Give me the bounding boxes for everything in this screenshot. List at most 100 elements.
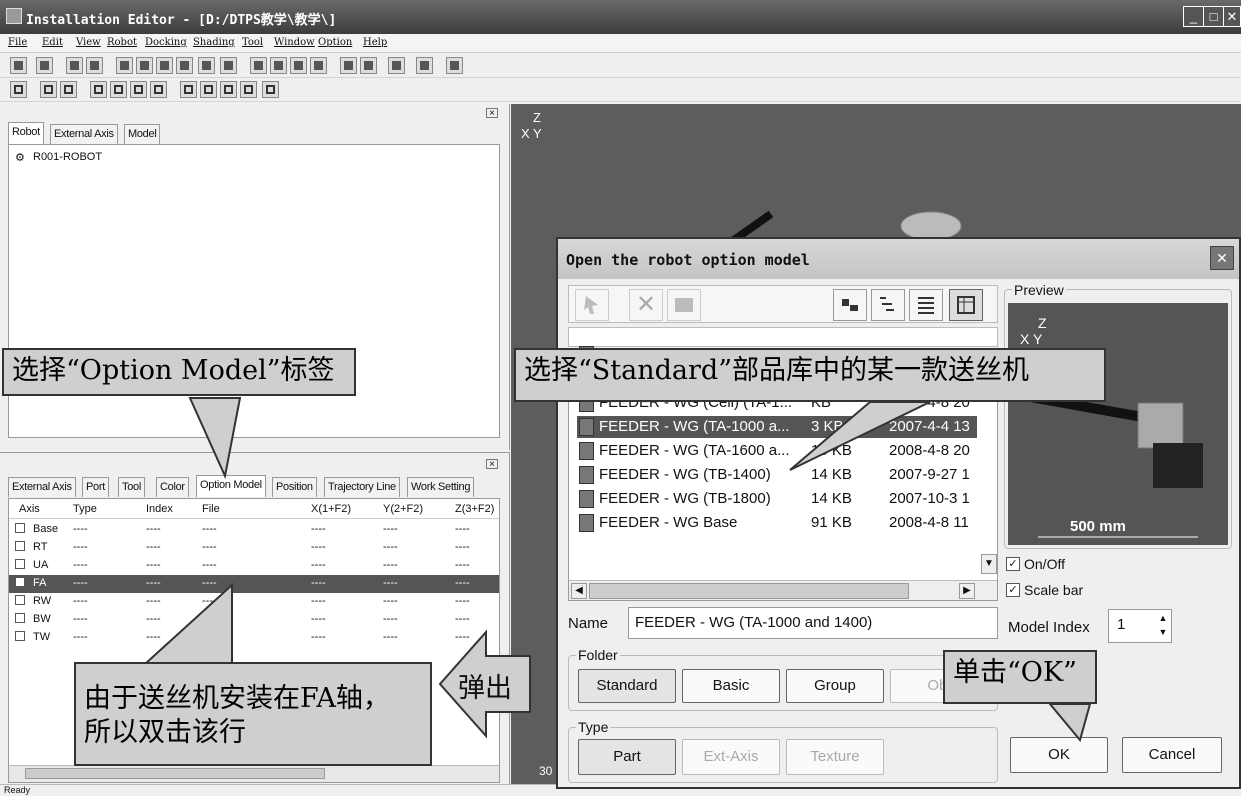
table-row[interactable]: RW ---- ---- ---- ---- ---- ---- bbox=[9, 593, 499, 611]
name-field[interactable]: FEEDER - WG (TA-1000 and 1400) bbox=[628, 607, 998, 639]
layers-icon[interactable] bbox=[388, 57, 405, 74]
type-texture-button[interactable]: Texture bbox=[786, 739, 884, 775]
file-row[interactable]: FEEDER - WG (TA-1000 a... 3 KB 2007-4-4 13 bbox=[577, 416, 977, 438]
file-row[interactable]: FEEDER - WG Base 91 KB 2008-4-8 11 bbox=[577, 512, 977, 534]
layout-4b-icon[interactable] bbox=[200, 81, 217, 98]
robot-copy-icon[interactable] bbox=[176, 57, 193, 74]
type-part-button[interactable]: Part bbox=[578, 739, 676, 775]
list-view-icon[interactable] bbox=[909, 289, 943, 321]
details-view-icon[interactable] bbox=[949, 289, 983, 321]
tab-external-axis[interactable]: External Axis bbox=[50, 124, 118, 144]
tab-model[interactable]: Model bbox=[124, 124, 161, 144]
model-index-spinner-icon[interactable]: ▲ ▼ bbox=[1156, 611, 1170, 641]
cube-solid-icon[interactable] bbox=[290, 57, 307, 74]
texture-icon[interactable] bbox=[360, 57, 377, 74]
render-icon[interactable] bbox=[340, 57, 357, 74]
row-checkbox[interactable] bbox=[15, 595, 25, 605]
row-checkbox[interactable] bbox=[15, 577, 25, 587]
layout-4e-icon[interactable] bbox=[262, 81, 279, 98]
cube-shaded-icon[interactable] bbox=[270, 57, 287, 74]
scroll-right-icon[interactable]: ▶ bbox=[959, 583, 975, 599]
grid-hscrollbar[interactable] bbox=[9, 765, 499, 782]
col-y[interactable]: Y(2+F2) bbox=[383, 503, 423, 515]
scalebar-checkbox[interactable]: ✓ bbox=[1006, 583, 1020, 597]
tab-option-model[interactable]: Option Model bbox=[196, 475, 266, 497]
folder-standard-button[interactable]: Standard bbox=[578, 669, 676, 703]
cancel-button[interactable]: Cancel bbox=[1122, 737, 1222, 773]
layout-4c-icon[interactable] bbox=[220, 81, 237, 98]
scroll-thumb[interactable] bbox=[25, 768, 325, 779]
col-axis[interactable]: Axis bbox=[19, 503, 40, 515]
panel-close-icon[interactable]: × bbox=[486, 108, 498, 119]
hierarchy-icon[interactable] bbox=[86, 57, 103, 74]
layout-vsplit-icon[interactable] bbox=[40, 81, 57, 98]
small-icons-icon[interactable] bbox=[871, 289, 905, 321]
cube-wire-icon[interactable] bbox=[250, 57, 267, 74]
table-row[interactable]: UA ---- ---- ---- ---- ---- ---- bbox=[9, 557, 499, 575]
row-checkbox[interactable] bbox=[15, 559, 25, 569]
close-window-button[interactable]: ✕ bbox=[1223, 6, 1241, 27]
folder-basic-button[interactable]: Basic bbox=[682, 669, 780, 703]
row-checkbox[interactable] bbox=[15, 523, 25, 533]
col-index[interactable]: Index bbox=[146, 503, 173, 515]
col-file[interactable]: File bbox=[202, 503, 220, 515]
robot-add-icon[interactable] bbox=[136, 57, 153, 74]
file-row[interactable]: FEEDER - WG (TB-1800) 14 KB 2007-10-3 1 bbox=[577, 488, 977, 510]
folder-group-button[interactable]: Group bbox=[786, 669, 884, 703]
tab-color[interactable]: Color bbox=[156, 477, 189, 497]
tab-position[interactable]: Position bbox=[272, 477, 317, 497]
file-row[interactable]: FEEDER - WG (TB-1400) 14 KB 2007-9-27 1 bbox=[577, 464, 977, 486]
scroll-left-icon[interactable]: ◀ bbox=[571, 583, 587, 599]
tab-ext-axis[interactable]: External Axis bbox=[8, 477, 76, 497]
onoff-checkbox[interactable]: ✓ bbox=[1006, 557, 1020, 571]
menu-robot[interactable]: Robot bbox=[107, 37, 137, 48]
table-row[interactable]: Base ---- ---- ---- ---- ---- ---- bbox=[9, 521, 499, 539]
grid-view-icon[interactable] bbox=[416, 57, 433, 74]
preview-viewport[interactable]: Z X Y 500 mm bbox=[1008, 303, 1228, 545]
robot-move-icon[interactable] bbox=[198, 57, 215, 74]
table-row[interactable]: BW ---- ---- ---- ---- ---- ---- bbox=[9, 611, 499, 629]
menu-shading[interactable]: Shading bbox=[193, 37, 235, 48]
tab-work-setting[interactable]: Work Setting bbox=[407, 477, 475, 497]
row-checkbox[interactable] bbox=[15, 613, 25, 623]
menu-file[interactable]: File bbox=[8, 37, 27, 48]
tree-icon[interactable] bbox=[66, 57, 83, 74]
menu-docking[interactable]: Docking bbox=[145, 37, 187, 48]
type-ext-axis-button[interactable]: Ext-Axis bbox=[682, 739, 780, 775]
file-scroll-thumb[interactable] bbox=[589, 583, 909, 599]
tab-port[interactable]: Port bbox=[82, 477, 109, 497]
menu-option[interactable]: Option bbox=[318, 37, 352, 48]
dialog-close-button[interactable]: ✕ bbox=[1210, 246, 1234, 270]
cursor-icon[interactable] bbox=[575, 289, 609, 321]
row-checkbox[interactable] bbox=[15, 541, 25, 551]
cube-outline-icon[interactable] bbox=[310, 57, 327, 74]
layout-3a-icon[interactable] bbox=[90, 81, 107, 98]
large-icons-icon[interactable] bbox=[833, 289, 867, 321]
robot-edit-icon[interactable] bbox=[156, 57, 173, 74]
layout-3c-icon[interactable] bbox=[130, 81, 147, 98]
layout-4a-icon[interactable] bbox=[180, 81, 197, 98]
layout-3d-icon[interactable] bbox=[150, 81, 167, 98]
scroll-down-icon[interactable]: ▼ bbox=[981, 554, 997, 574]
menu-view[interactable]: View bbox=[76, 37, 101, 48]
tab-tool[interactable]: Tool bbox=[118, 477, 145, 497]
save-all-icon[interactable] bbox=[36, 57, 53, 74]
layout-3b-icon[interactable] bbox=[110, 81, 127, 98]
tree-item-robot[interactable]: R001-ROBOT bbox=[33, 151, 102, 163]
ok-button[interactable]: OK bbox=[1010, 737, 1108, 773]
panel2-close-icon[interactable]: × bbox=[486, 459, 498, 470]
menu-help[interactable]: Help bbox=[363, 37, 387, 48]
row-checkbox[interactable] bbox=[15, 631, 25, 641]
col-type[interactable]: Type bbox=[73, 503, 97, 515]
tab-robot[interactable]: Robot bbox=[8, 122, 44, 144]
save-icon[interactable] bbox=[10, 57, 27, 74]
maximize-button[interactable]: □ bbox=[1203, 6, 1224, 27]
info-icon[interactable] bbox=[446, 57, 463, 74]
menu-edit[interactable]: Edit bbox=[42, 37, 63, 48]
robot-icon[interactable] bbox=[116, 57, 133, 74]
delete-icon[interactable]: ✕ bbox=[629, 289, 663, 321]
folder-icon[interactable] bbox=[667, 289, 701, 321]
minimize-button[interactable]: _ bbox=[1183, 6, 1204, 27]
table-row[interactable]: RT ---- ---- ---- ---- ---- ---- bbox=[9, 539, 499, 557]
menu-tool[interactable]: Tool bbox=[242, 37, 263, 48]
